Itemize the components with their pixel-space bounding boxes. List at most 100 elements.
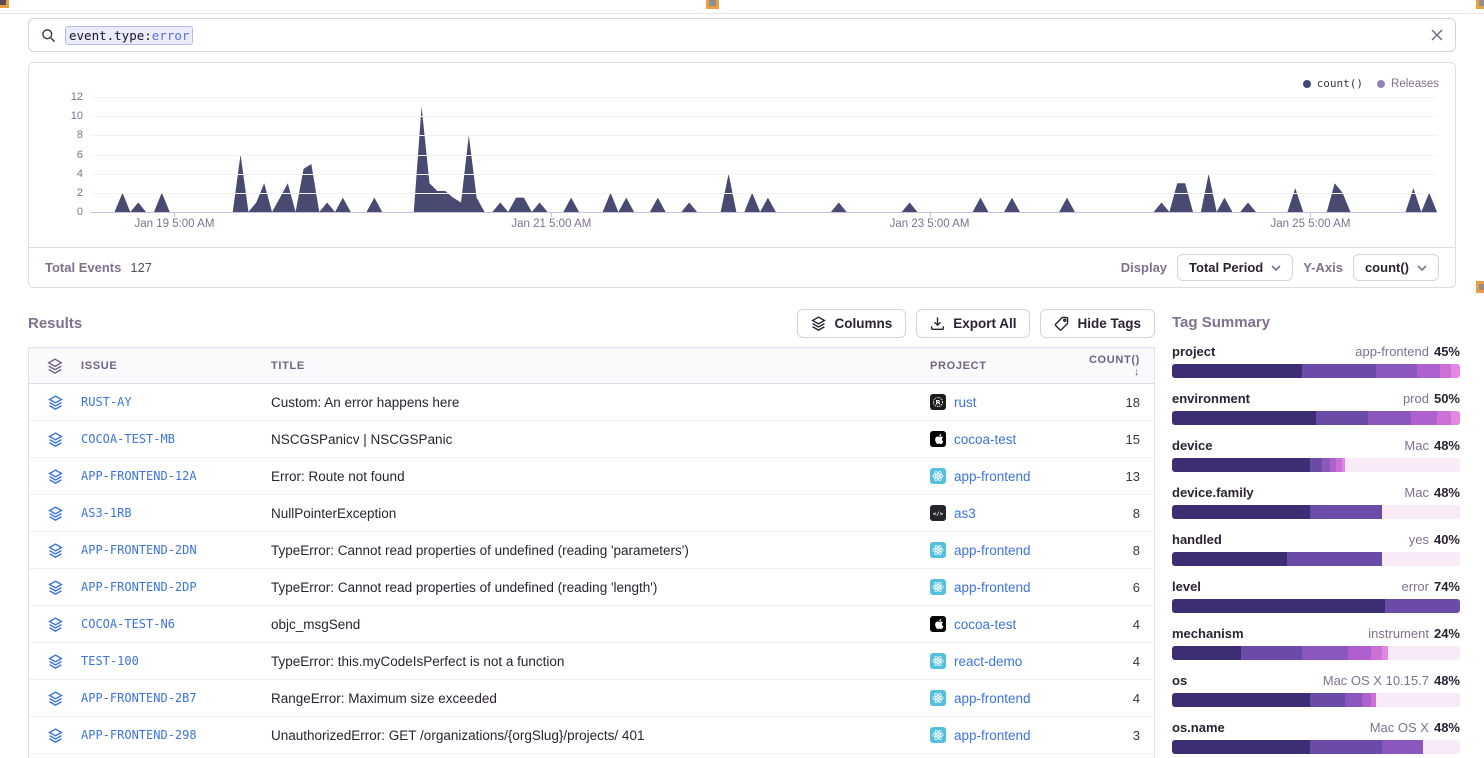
tag-distribution-bar[interactable] (1172, 552, 1460, 566)
issue-stack-icon[interactable] (29, 580, 81, 595)
issue-count: 4 (1080, 691, 1140, 706)
tag-bar-segment (1287, 552, 1382, 566)
tag-distribution-bar[interactable] (1172, 599, 1460, 613)
issue-stack-icon[interactable] (29, 543, 81, 558)
issue-stack-icon[interactable] (29, 506, 81, 521)
project-link[interactable]: app-frontend (910, 579, 1080, 595)
tag-summary-heading: Tag Summary (1172, 314, 1460, 331)
tag-distribution-bar[interactable] (1172, 411, 1460, 425)
tag-name: level (1172, 579, 1201, 594)
column-header-project[interactable]: PROJECT (910, 360, 1080, 372)
tag-distribution-bar[interactable] (1172, 693, 1460, 707)
tag-bar-segment (1172, 505, 1310, 519)
issue-stack-icon[interactable] (29, 395, 81, 410)
events-area-chart[interactable]: 121086420 Jan 19 5:00 AM Jan 21 5:00 AM … (91, 97, 1437, 212)
gridline (91, 135, 1437, 136)
tag-distribution-bar[interactable] (1172, 740, 1460, 754)
tag-bar-segment (1172, 411, 1316, 425)
issue-link[interactable]: RUST-AY (81, 395, 271, 409)
project-link[interactable]: app-frontend (910, 542, 1080, 558)
tag-top-value: instrument (1368, 626, 1429, 641)
search-bar[interactable]: event.type:error (28, 18, 1456, 52)
project-link[interactable]: cocoa-test (910, 616, 1080, 632)
table-header: ISSUE TITLE PROJECT COUNT() ↓ (29, 348, 1154, 384)
tag-bar-segment (1382, 505, 1460, 519)
issue-link[interactable]: COCOA-TEST-MB (81, 432, 271, 446)
tag-top-percent: 48% (1434, 438, 1460, 453)
y-axis-dropdown[interactable]: count() (1353, 254, 1439, 281)
issue-link[interactable]: APP-FRONTEND-2B7 (81, 691, 271, 705)
issue-link[interactable]: APP-FRONTEND-298 (81, 728, 271, 742)
gridline (91, 97, 1437, 98)
tag-distribution-bar[interactable] (1172, 505, 1460, 519)
project-link[interactable]: react-demo (910, 653, 1080, 669)
issue-link[interactable]: APP-FRONTEND-12A (81, 469, 271, 483)
issue-stack-icon[interactable] (29, 617, 81, 632)
issue-title: TypeError: this.myCodeIsPerfect is not a… (271, 654, 910, 669)
tag-name: device.family (1172, 485, 1254, 500)
y-axis-tick-label: 12 (47, 91, 83, 103)
project-link[interactable]: cocoa-test (910, 431, 1080, 447)
tag-summary-item: mechanism instrument 24% (1172, 626, 1460, 660)
project-link[interactable]: </>as3 (910, 505, 1080, 521)
tag-bar-segment (1423, 740, 1460, 754)
issue-stack-icon[interactable] (29, 691, 81, 706)
tag-top-percent: 45% (1434, 344, 1460, 359)
column-header-issue[interactable]: ISSUE (81, 360, 271, 372)
tag-bar-segment (1241, 646, 1301, 660)
gridline (91, 116, 1437, 117)
tag-bar-segment (1417, 364, 1440, 378)
tag-summary-item: os.name Mac OS X 48% (1172, 720, 1460, 754)
download-icon (930, 316, 945, 331)
tag-top-value: Mac OS X (1370, 720, 1429, 735)
issue-link[interactable]: TEST-100 (81, 654, 271, 668)
column-header-title[interactable]: TITLE (271, 360, 910, 372)
table-row: TEST-100 TypeError: this.myCodeIsPerfect… (29, 643, 1154, 680)
tag-summary-item: os Mac OS X 10.15.7 48% (1172, 673, 1460, 707)
tag-bar-segment (1322, 458, 1331, 472)
issue-stack-icon[interactable] (29, 728, 81, 743)
issue-count: 4 (1080, 654, 1140, 669)
y-axis-label: Y-Axis (1303, 260, 1343, 275)
issue-link[interactable]: AS3-1RB (81, 506, 271, 520)
tag-summary-item: device.family Mac 48% (1172, 485, 1460, 519)
tag-summary-item: level error 74% (1172, 579, 1460, 613)
react-platform-icon (930, 690, 946, 706)
project-link[interactable]: app-frontend (910, 690, 1080, 706)
tag-distribution-bar[interactable] (1172, 458, 1460, 472)
tag-distribution-bar[interactable] (1172, 646, 1460, 660)
selection-line (0, 13, 1484, 14)
issue-stack-icon[interactable] (29, 469, 81, 484)
display-dropdown[interactable]: Total Period (1177, 254, 1293, 281)
issue-link[interactable]: COCOA-TEST-N6 (81, 617, 271, 631)
tag-bar-segment (1316, 411, 1368, 425)
tag-top-value: yes (1409, 532, 1429, 547)
tag-distribution-bar[interactable] (1172, 364, 1460, 378)
tag-bar-segment (1451, 411, 1460, 425)
close-icon[interactable] (1431, 29, 1443, 41)
project-link[interactable]: app-frontend (910, 468, 1080, 484)
issue-link[interactable]: APP-FRONTEND-2DN (81, 543, 271, 557)
legend-item[interactable]: count() (1303, 77, 1363, 90)
svg-text:R: R (935, 398, 940, 406)
chart-legend: count() Releases (1303, 77, 1439, 90)
column-header-count[interactable]: COUNT() ↓ (1080, 354, 1140, 378)
export-all-button[interactable]: Export All (916, 309, 1030, 338)
issue-stack-icon[interactable] (29, 432, 81, 447)
tag-bar-segment (1362, 693, 1371, 707)
issue-title: TypeError: Cannot read properties of und… (271, 543, 910, 558)
tag-bar-segment (1345, 693, 1362, 707)
project-link[interactable]: Rrust (910, 394, 1080, 410)
issue-stack-icon[interactable] (29, 654, 81, 669)
search-input[interactable]: event.type:error (65, 26, 193, 45)
project-link[interactable]: app-frontend (910, 727, 1080, 743)
tag-name: device (1172, 438, 1212, 453)
tag-summary-item: environment prod 50% (1172, 391, 1460, 425)
legend-item[interactable]: Releases (1377, 78, 1439, 90)
columns-button[interactable]: Columns (797, 309, 906, 338)
issue-link[interactable]: APP-FRONTEND-2DP (81, 580, 271, 594)
hide-tags-button[interactable]: Hide Tags (1040, 309, 1155, 338)
sort-desc-icon: ↓ (1134, 366, 1140, 378)
selection-handle (0, 0, 9, 8)
tag-summary-item: project app-frontend 45% (1172, 344, 1460, 378)
